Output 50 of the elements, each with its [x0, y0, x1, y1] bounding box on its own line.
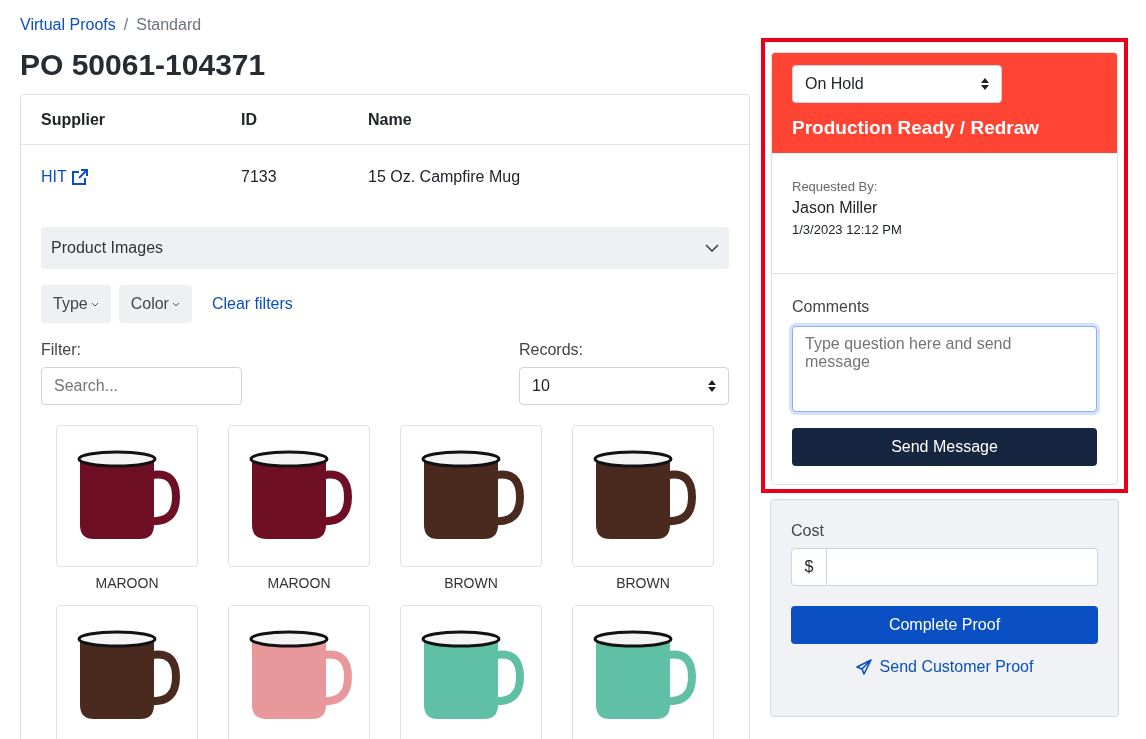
breadcrumb-current: Standard	[136, 16, 202, 34]
image-caption: BROWN	[444, 575, 498, 591]
cost-field[interactable]	[827, 548, 1098, 586]
comments-label: Comments	[792, 298, 871, 316]
image-thumbnail[interactable]	[572, 605, 714, 739]
status-select[interactable]: On Hold	[792, 65, 1002, 103]
column-header: Supplier	[41, 110, 106, 129]
request-time: 1/3/2023 12:12 PM	[792, 222, 903, 237]
page-title: PO 50061-104371	[20, 48, 267, 82]
filter-dropdown[interactable]: Type	[41, 285, 111, 323]
table-cell-text: 7133	[241, 168, 278, 186]
clear-filters-link[interactable]: Clear filters	[211, 295, 293, 313]
requester-name: Jason Miller	[792, 199, 879, 217]
send-message-button[interactable]: Send Message	[792, 428, 1097, 466]
search-field[interactable]: Search...	[41, 367, 242, 405]
status-heading: Production Ready / Redraw	[792, 117, 1041, 139]
records-label: Records:	[519, 341, 585, 359]
filter-label: Filter:	[41, 341, 82, 359]
image-caption: BROWN	[616, 575, 670, 591]
breadcrumb-separator: /	[123, 16, 129, 34]
up-down-icon	[708, 380, 716, 392]
accordion-header[interactable]: Product Images	[41, 227, 729, 269]
image-thumbnail[interactable]	[56, 425, 198, 567]
column-header: Name	[368, 110, 413, 129]
image-caption: MAROON	[267, 575, 331, 591]
complete-proof-button[interactable]: Complete Proof	[791, 606, 1098, 644]
supplier-link[interactable]: HIT	[41, 168, 241, 186]
cost-label: Cost	[791, 522, 825, 540]
image-thumbnail[interactable]	[228, 605, 370, 739]
paper-plane-icon	[855, 659, 872, 675]
image-thumbnail[interactable]	[400, 425, 542, 567]
external-link-icon	[70, 168, 89, 186]
table-cell-text: 15 Oz. Campfire Mug	[368, 168, 522, 186]
currency-prefix: $	[791, 548, 827, 586]
image-caption: MAROON	[95, 575, 159, 591]
image-thumbnail[interactable]	[56, 605, 198, 739]
chevron-down-icon	[90, 301, 99, 307]
send-customer-proof-link[interactable]: Send Customer Proof	[855, 658, 1034, 676]
records-select[interactable]: 10	[519, 367, 729, 405]
image-thumbnail[interactable]	[572, 425, 714, 567]
image-thumbnail[interactable]	[400, 605, 542, 739]
up-down-icon	[981, 78, 989, 90]
chevron-down-icon	[171, 301, 180, 307]
filter-dropdown[interactable]: Color	[118, 285, 192, 323]
breadcrumb-link[interactable]: Virtual Proofs	[20, 16, 116, 34]
requested-by-label: Requested By:	[792, 179, 879, 194]
chevron-icon	[705, 244, 719, 252]
comments-field[interactable]: Type question here and send message	[792, 326, 1097, 412]
column-header: ID	[241, 110, 258, 129]
image-thumbnail[interactable]	[228, 425, 370, 567]
